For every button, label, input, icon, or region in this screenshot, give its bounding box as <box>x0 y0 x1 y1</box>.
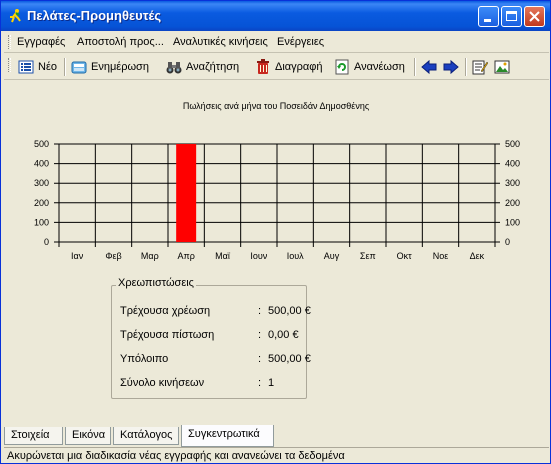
menu-send-to[interactable]: Αποστολή προς... <box>77 36 164 48</box>
y-tick-label-right: 0 <box>505 237 510 247</box>
colon: : <box>258 305 262 317</box>
y-tick-label-right: 400 <box>505 159 520 169</box>
y-tick-label-right: 100 <box>505 217 520 227</box>
delete-button[interactable]: Διαγραφή <box>255 57 323 77</box>
maximize-button[interactable] <box>501 6 522 27</box>
x-tick-label: Οκτ <box>397 251 413 261</box>
x-tick-label: Αυγ <box>324 251 340 261</box>
binoculars-icon <box>166 62 182 74</box>
x-tick-label: Μαρ <box>141 251 159 261</box>
toolbar-separator <box>465 58 467 76</box>
menu-actions[interactable]: Ενέργειες <box>277 36 324 48</box>
x-tick-label: Φεβ <box>105 251 121 261</box>
update-button[interactable]: Ενημέρωση <box>71 57 149 77</box>
delete-label: Διαγραφή <box>275 61 323 73</box>
update-label: Ενημέρωση <box>91 61 149 73</box>
arrow-right-icon <box>443 59 459 75</box>
next-button[interactable] <box>443 57 463 77</box>
y-tick-label-right: 200 <box>505 198 520 208</box>
x-tick-label: Ιαν <box>71 251 84 261</box>
tab-image[interactable]: Εικόνα <box>65 427 111 445</box>
x-tick-label: Μαϊ <box>215 251 231 261</box>
minimize-icon <box>484 19 491 22</box>
menu-detailed-movements[interactable]: Αναλυτικές κινήσεις <box>173 36 268 48</box>
list-icon <box>18 60 34 74</box>
x-tick-label: Δεκ <box>470 251 485 261</box>
current-credit-label: Τρέχουσα πίστωση <box>120 329 215 341</box>
current-debit-label: Τρέχουσα χρέωση <box>120 305 211 317</box>
balances-title: Χρεωπιστώσεις <box>116 277 196 289</box>
x-tick-label: Ιουν <box>250 251 267 261</box>
chart-title: Πωλήσεις ανά μήνα του Ποσειδάν Δημοσθένη… <box>183 101 370 111</box>
toolbar: Νέο Ενημέρωση Αναζήτηση Διαγραφή Ανανέωσ… <box>4 54 549 80</box>
y-tick-label-right: 300 <box>505 178 520 188</box>
new-button[interactable]: Νέο <box>18 57 57 77</box>
tab-summary[interactable]: Συγκεντρωτικά <box>181 425 274 447</box>
maximize-icon <box>506 11 517 21</box>
balance-label: Υπόλοιπο <box>120 353 169 365</box>
image-button[interactable] <box>494 57 514 77</box>
y-tick-label-left: 400 <box>34 159 49 169</box>
tab-details[interactable]: Στοιχεία <box>4 427 63 445</box>
edit-note-button[interactable] <box>472 57 492 77</box>
bar-Απρ <box>176 144 197 242</box>
total-movements-value: 1 <box>268 377 275 389</box>
refresh-button[interactable]: Ανανέωση <box>334 57 405 77</box>
edit-note-icon <box>472 60 488 75</box>
minimize-button[interactable] <box>478 6 499 27</box>
previous-button[interactable] <box>421 57 441 77</box>
status-bar: Ακυρώνεται μια διαδικασία νέας εγγραφής … <box>4 447 549 464</box>
update-icon <box>71 61 87 74</box>
current-credit-value: 0,00 € <box>268 329 299 341</box>
x-tick-label: Ιουλ <box>287 251 304 261</box>
y-tick-label-left: 500 <box>34 139 49 149</box>
x-tick-label: Νοε <box>433 251 449 261</box>
tab-catalog[interactable]: Κατάλογος <box>113 427 179 445</box>
main-window: Πελάτες-Προμηθευτές Εγγραφές Αποστολή πρ… <box>0 0 551 464</box>
arrow-left-icon <box>421 59 437 75</box>
y-tick-label-right: 500 <box>505 139 520 149</box>
toolbar-separator <box>414 58 416 76</box>
total-movements-label: Σύνολο κινήσεων <box>120 377 205 389</box>
sales-chart: Πωλήσεις ανά μήνα του Ποσειδάν Δημοσθένη… <box>34 101 520 261</box>
search-button[interactable]: Αναζήτηση <box>166 57 239 77</box>
menu-grip[interactable] <box>8 35 11 49</box>
balance-value: 500,00 € <box>268 353 311 365</box>
image-icon <box>494 60 510 74</box>
y-tick-label-left: 100 <box>34 217 49 227</box>
close-button[interactable] <box>524 6 545 27</box>
y-tick-label-left: 200 <box>34 198 49 208</box>
menu-bar: Εγγραφές Αποστολή προς... Αναλυτικές κιν… <box>4 31 549 53</box>
window-title: Πελάτες-Προμηθευτές <box>27 8 162 23</box>
y-tick-label-left: 300 <box>34 178 49 188</box>
menu-records[interactable]: Εγγραφές <box>17 36 65 48</box>
running-person-icon <box>10 9 21 23</box>
close-icon <box>529 11 540 22</box>
delete-icon <box>257 59 269 74</box>
toolbar-grip[interactable] <box>8 58 11 72</box>
new-label: Νέο <box>38 61 57 73</box>
summary-panel: Πωλήσεις ανά μήνα του Ποσειδάν Δημοσθένη… <box>4 81 549 426</box>
colon: : <box>258 353 262 365</box>
toolbar-separator <box>64 58 66 76</box>
title-bar[interactable]: Πελάτες-Προμηθευτές <box>1 1 550 31</box>
tab-strip: Στοιχεία Εικόνα Κατάλογος Συγκεντρωτικά <box>4 425 549 447</box>
current-debit-value: 500,00 € <box>268 305 311 317</box>
colon: : <box>258 377 262 389</box>
x-tick-label: Απρ <box>177 251 194 261</box>
y-tick-label-left: 0 <box>44 237 49 247</box>
refresh-icon <box>335 59 349 75</box>
refresh-label: Ανανέωση <box>354 61 405 73</box>
colon: : <box>258 329 262 341</box>
search-label: Αναζήτηση <box>186 61 240 73</box>
x-tick-label: Σεπ <box>360 251 376 261</box>
